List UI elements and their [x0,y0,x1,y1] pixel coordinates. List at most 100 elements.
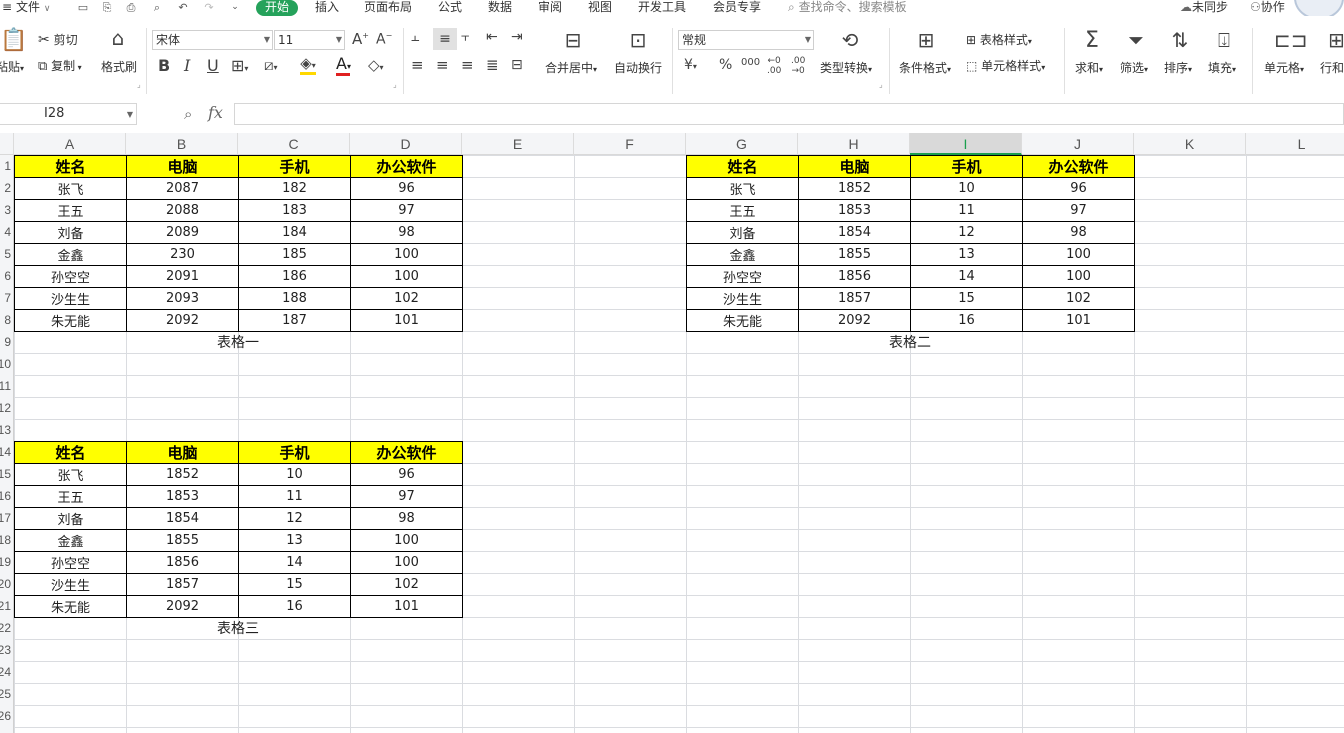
table-cell[interactable]: 2092 [798,309,911,332]
indent-decrease-icon[interactable]: ⇤ [486,30,498,44]
fill-color-icon[interactable]: ◈▾ [300,56,316,75]
print-icon[interactable]: ⎙ [124,1,138,14]
header-cell[interactable]: 手机 [238,441,351,464]
table-cell[interactable]: 张飞 [14,177,127,200]
table-cell[interactable]: 2089 [126,221,239,244]
row-header-19[interactable]: 19 [0,551,11,573]
row-header-13[interactable]: 13 [0,419,11,441]
tab-developer[interactable]: 开发工具 [638,0,686,16]
table-cell[interactable]: 13 [238,529,351,552]
table-cell[interactable]: 184 [238,221,351,244]
conditional-format-button[interactable]: 条件格式▾ [899,61,951,77]
paste-icon[interactable]: 📋 [0,30,27,54]
column-header-c[interactable]: C [238,133,350,155]
fill-button[interactable]: 填充▾ [1208,61,1236,77]
row-header-4[interactable]: 4 [0,221,11,243]
borders-icon[interactable]: ⊞▾ [231,58,248,74]
header-cell[interactable]: 姓名 [14,155,127,178]
table-cell[interactable]: 97 [350,199,463,222]
table-cell[interactable]: 16 [238,595,351,618]
table-cell[interactable]: 1853 [798,199,911,222]
table-cell[interactable]: 182 [238,177,351,200]
header-cell[interactable]: 办公软件 [1022,155,1135,178]
table-cell[interactable]: 朱无能 [14,595,127,618]
table-cell[interactable]: 沙生生 [686,287,799,310]
header-cell[interactable]: 电脑 [126,155,239,178]
increase-font-icon[interactable]: A+ [352,32,369,47]
column-header-f[interactable]: F [574,133,686,155]
table-cell[interactable]: 100 [350,529,463,552]
hamburger-icon[interactable]: ≡ [2,0,12,16]
row-header-23[interactable]: 23 [0,639,11,661]
cell-style-button[interactable]: ⬚ 单元格样式▾ [966,59,1045,75]
align-top-icon[interactable]: ⫠ [411,30,419,44]
table-cell[interactable]: 1856 [126,551,239,574]
zoom-search-icon[interactable]: ⌕ [184,105,192,123]
row-header-12[interactable]: 12 [0,397,11,419]
table-cell[interactable]: 王五 [14,199,127,222]
customize-quickbar-icon[interactable]: ⌄ [228,1,242,14]
thousands-icon[interactable]: 000 [741,58,760,68]
table-cell[interactable]: 186 [238,265,351,288]
table-cell[interactable]: 185 [238,243,351,266]
table-cell[interactable]: 15 [238,573,351,596]
font-name-select[interactable]: 宋体 ▼ [152,30,273,50]
table-cell[interactable]: 刘备 [686,221,799,244]
number-expand-icon[interactable]: ⌟ [879,78,883,92]
table-cell[interactable]: 10 [238,463,351,486]
table-style-button[interactable]: ⊞ 表格样式▾ [966,33,1032,49]
column-header-h[interactable]: H [798,133,910,155]
table-cell[interactable]: 刘备 [14,221,127,244]
clipboard-expand-icon[interactable]: ⌟ [137,78,141,92]
table-cell[interactable]: 100 [350,243,463,266]
command-search[interactable]: ⌕ 查找命令、搜索模板 [788,0,907,16]
tab-page-layout[interactable]: 页面布局 [364,0,412,16]
row-header-14[interactable]: 14 [0,441,11,463]
copy-button[interactable]: ⧉ 复制 ▾ [38,59,82,75]
table-cell[interactable]: 10 [910,177,1023,200]
table-cell[interactable]: 1855 [126,529,239,552]
table-cell[interactable]: 1853 [126,485,239,508]
align-right-icon[interactable]: ≡ [461,58,474,73]
header-cell[interactable]: 姓名 [14,441,127,464]
row-header-11[interactable]: 11 [0,375,11,397]
table-cell[interactable]: 朱无能 [14,309,127,332]
table-cell[interactable]: 230 [126,243,239,266]
table-cell[interactable]: 102 [350,287,463,310]
format-painter-button[interactable]: 格式刷 [101,60,137,74]
tab-member[interactable]: 会员专享 [713,0,761,16]
sum-button[interactable]: 求和▾ [1075,61,1103,77]
insert-function-icon[interactable]: fx [208,103,223,122]
table-cell[interactable]: 188 [238,287,351,310]
cut-button[interactable]: ✂ 剪切 [38,33,78,47]
column-header-k[interactable]: K [1134,133,1246,155]
table-cell[interactable]: 1855 [798,243,911,266]
header-cell[interactable]: 手机 [238,155,351,178]
table-cell[interactable]: 刘备 [14,507,127,530]
header-cell[interactable]: 电脑 [798,155,911,178]
clear-format-icon[interactable]: ◇▾ [368,58,384,73]
table-cell[interactable]: 11 [910,199,1023,222]
align-bottom-icon[interactable]: ⫟ [461,30,469,44]
decrease-decimal-icon[interactable]: .00 →0 [791,56,805,76]
increase-decimal-icon[interactable]: ←0.00 [767,56,781,76]
table-cell[interactable]: 11 [238,485,351,508]
table-cell[interactable]: 97 [350,485,463,508]
table-cell[interactable]: 98 [350,221,463,244]
table-cell[interactable]: 102 [1022,287,1135,310]
justify-icon[interactable]: ≣ [486,58,499,73]
merge-center-button[interactable]: 合并居中▾ [545,61,597,77]
table-cell[interactable]: 金鑫 [14,529,127,552]
table-cell[interactable]: 沙生生 [14,573,127,596]
table-cell[interactable]: 100 [350,551,463,574]
row-header-25[interactable]: 25 [0,683,11,705]
column-header-b[interactable]: B [126,133,238,155]
table-cell[interactable]: 102 [350,573,463,596]
table-cell[interactable]: 100 [1022,243,1135,266]
row-header-24[interactable]: 24 [0,661,11,683]
table-cell[interactable]: 100 [350,265,463,288]
tab-start[interactable]: 开始 [256,0,298,16]
table-cell[interactable]: 14 [910,265,1023,288]
currency-icon[interactable]: ¥▾ [684,58,697,72]
type-convert-button[interactable]: 类型转换▾ [820,61,872,77]
